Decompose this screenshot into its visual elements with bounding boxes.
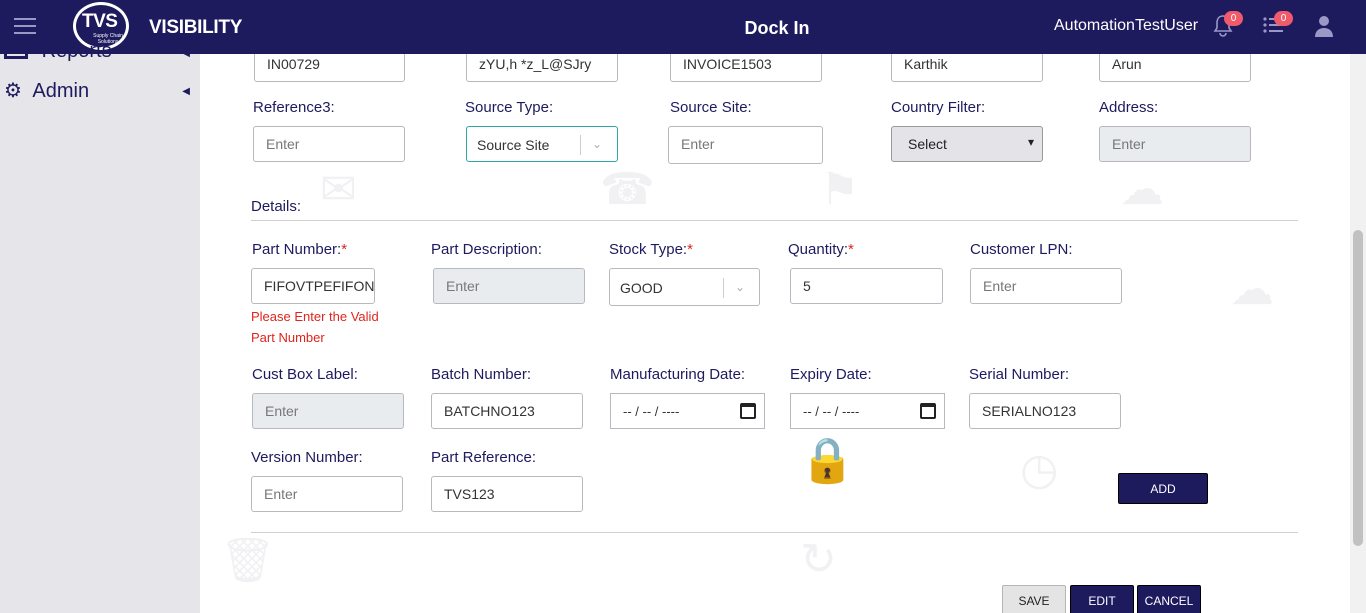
save-button[interactable]: SAVE [1002,585,1066,613]
tasks-badge: 0 [1274,11,1293,26]
dock-in-form: ✉ ☎ ⚑ ☁ ☁ 🔒 ◷ 🗑 ↻ IN00729 zYU,h *z_L@SJr… [200,54,1350,613]
part-number-error: Please Enter the Valid Part Number [251,309,379,345]
invoice-field[interactable]: INVOICE1503 [670,54,822,82]
sidebar: Reports ◀ ⚙ Admin ◀ [0,40,200,613]
stock-type-value: GOOD [620,280,663,296]
customer-lpn-label: Customer LPN: [970,241,1073,258]
quantity-label: Quantity:* [788,241,854,258]
reference-field[interactable]: zYU,h *z_L@SJry [466,54,618,82]
part-description-label: Part Description: [431,241,542,258]
customer-lpn-input[interactable]: Enter [970,268,1122,304]
source-type-value: Source Site [477,137,550,153]
background-pattern-icon: ⚑ [820,165,860,214]
country-filter-select[interactable]: Select ▾ [891,126,1043,162]
reference3-input[interactable]: Enter [253,126,405,162]
section-divider [251,532,1298,533]
manufacturing-date-label: Manufacturing Date: [610,366,746,383]
cust-box-label-input[interactable]: Enter [252,393,404,429]
edit-button[interactable]: EDIT [1070,585,1134,613]
serial-number-input[interactable]: SERIALNO123 [969,393,1121,429]
background-pattern-icon: ↻ [800,535,837,584]
name-field[interactable]: Karthik [891,54,1043,82]
batch-number-input[interactable]: BATCHNO123 [431,393,583,429]
app-header: TVS Supply Chain Solutions VISIBILITY Do… [0,0,1366,54]
country-filter-label: Country Filter: [891,99,986,116]
background-pattern-icon: 🔒 [800,436,855,485]
chevron-down-icon: ⌄ [592,137,603,151]
stock-type-label: Stock Type:* [609,241,693,258]
stock-type-select[interactable]: GOOD ⌄ [609,268,760,306]
address-input[interactable]: Enter [1099,126,1251,162]
calendar-icon[interactable] [920,403,936,419]
section-divider [251,220,1298,221]
part-reference-input[interactable]: TVS123 [431,476,583,512]
country-filter-value: Select [908,136,947,152]
chevron-down-icon: ⌄ [735,280,746,294]
background-pattern-icon: ☁ [1120,165,1164,214]
notifications-bell-icon[interactable]: 0 [1212,11,1243,40]
serial-number-label: Serial Number: [969,366,1070,383]
part-number-input[interactable]: FIFOVTPEFIFON [251,268,375,304]
quantity-input[interactable]: 5 [790,268,943,304]
version-number-label: Version Number: [251,449,363,466]
date-placeholder: -- / -- / ---- [623,404,680,419]
sidebar-item-label: Reports [41,40,112,62]
cust-box-label-label: Cust Box Label: [252,366,358,383]
address-label: Address: [1099,99,1159,116]
chevron-left-icon: ◀ [182,86,190,97]
task-list-icon[interactable]: 0 [1262,11,1293,40]
source-site-input[interactable]: Enter [668,126,823,164]
gears-icon: ⚙ [4,80,22,102]
notifications-badge: 0 [1224,11,1243,26]
background-pattern-icon: ✉ [320,165,357,214]
version-number-input[interactable]: Enter [251,476,403,512]
details-section-title: Details: [251,198,302,215]
background-pattern-icon: ◷ [1020,445,1059,494]
user-profile-icon[interactable] [1314,15,1340,41]
page-scrollbar[interactable] [1350,54,1366,613]
chevron-down-icon: ▾ [1027,135,1034,149]
report-icon [4,44,28,59]
expiry-date-input[interactable]: -- / -- / ---- [790,393,945,429]
batch-number-label: Batch Number: [431,366,532,383]
source-type-select[interactable]: Source Site ⌄ [466,126,618,162]
part-reference-label: Part Reference: [431,449,537,466]
sidebar-item-reports[interactable]: Reports [4,40,112,63]
background-pattern-icon: 🗑 [220,536,276,585]
reference3-label: Reference3: [253,99,335,116]
sidebar-item-admin[interactable]: ⚙ Admin [4,78,89,103]
reference-field[interactable]: IN00729 [254,54,405,82]
chevron-left-icon: ◀ [182,48,190,59]
select-separator [723,278,724,298]
part-number-label: Part Number:* [252,241,348,258]
cancel-button[interactable]: CANCEL [1137,585,1201,613]
scrollbar-thumb[interactable] [1353,230,1363,546]
part-description-input[interactable]: Enter [433,268,585,304]
username[interactable]: AutomationTestUser [1054,17,1198,35]
select-separator [580,135,581,155]
sidebar-item-label: Admin [32,80,90,102]
add-button[interactable]: ADD [1118,473,1208,504]
expiry-date-label: Expiry Date: [790,366,872,383]
background-pattern-icon: ☁ [1230,265,1274,314]
manufacturing-date-input[interactable]: -- / -- / ---- [610,393,765,429]
date-placeholder: -- / -- / ---- [803,404,860,419]
source-type-label: Source Type: [465,99,554,116]
background-pattern-icon: ☎ [600,165,655,214]
source-site-label: Source Site: [670,99,752,116]
calendar-icon[interactable] [740,403,756,419]
name-field[interactable]: Arun [1099,54,1251,82]
